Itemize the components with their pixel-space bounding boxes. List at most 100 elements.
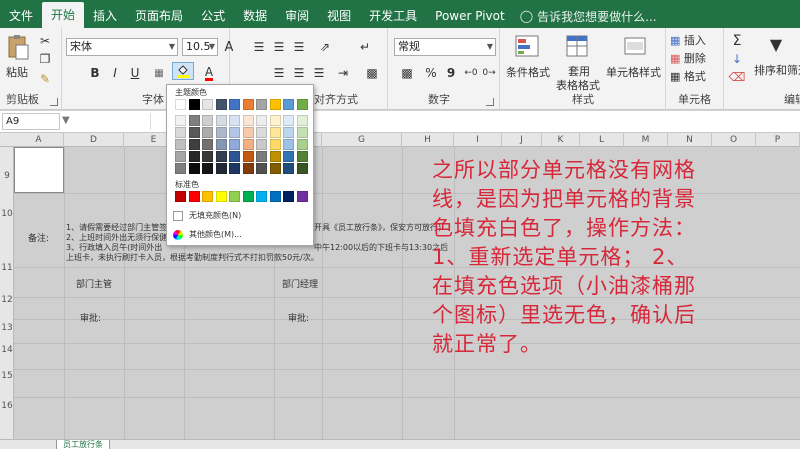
tell-me-box[interactable]: ◯ 告诉我您想要做什么... (520, 4, 657, 28)
increase-decimal-icon[interactable]: ←0 (462, 64, 480, 82)
color-swatch[interactable] (188, 115, 200, 126)
color-swatch[interactable] (215, 151, 227, 162)
column-header[interactable]: A (14, 133, 64, 147)
paste-button-label[interactable]: 粘贴 (6, 64, 28, 80)
fill-icon[interactable]: ↓ (728, 50, 746, 68)
percent-button[interactable]: % (422, 64, 440, 82)
color-swatch[interactable] (283, 139, 294, 150)
indent-icon[interactable]: ⇥ (334, 64, 352, 82)
orientation-icon[interactable]: ⇗ (316, 38, 334, 56)
color-swatch[interactable] (229, 99, 240, 110)
color-swatch[interactable] (256, 115, 267, 126)
color-swatch[interactable] (229, 115, 240, 126)
column-header[interactable]: J (502, 133, 542, 147)
color-swatch[interactable] (215, 191, 227, 202)
color-swatch[interactable] (175, 115, 186, 126)
color-swatch[interactable] (242, 139, 254, 150)
row-header[interactable]: 11 (0, 263, 14, 273)
color-swatch[interactable] (242, 115, 254, 126)
row-header[interactable]: 9 (0, 171, 14, 181)
bold-button[interactable]: B (86, 64, 104, 82)
color-swatch[interactable] (229, 139, 240, 150)
color-swatch[interactable] (202, 127, 213, 138)
more-colors-menu-item[interactable]: 其他颜色(M)... (173, 228, 242, 241)
color-swatch[interactable] (296, 191, 308, 202)
color-swatch[interactable] (188, 127, 200, 138)
font-size-combo[interactable]: 10.5 ▼ (182, 38, 218, 56)
color-swatch[interactable] (242, 151, 254, 162)
color-swatch[interactable] (188, 163, 200, 174)
clear-icon[interactable]: ⌫ (728, 68, 746, 86)
tab-file[interactable]: 文件 (0, 4, 42, 28)
comma-button[interactable]: 9 (442, 64, 460, 82)
number-launcher-icon[interactable] (486, 98, 494, 106)
color-swatch[interactable] (296, 151, 308, 162)
color-swatch[interactable] (175, 99, 186, 110)
conditional-format-label[interactable]: 条件格式 (506, 64, 550, 80)
sort-filter-label[interactable]: 排序和筛选 (754, 62, 800, 78)
column-header[interactable]: P (756, 133, 800, 147)
tab-power-pivot[interactable]: Power Pivot (426, 4, 514, 28)
color-swatch[interactable] (296, 163, 308, 174)
align-left-icon[interactable]: ☰ (270, 64, 288, 82)
color-swatch[interactable] (296, 115, 308, 126)
column-header[interactable]: I (454, 133, 502, 147)
column-header[interactable]: G (322, 133, 402, 147)
sort-filter-icon[interactable]: ▼ (764, 32, 788, 56)
color-swatch[interactable] (229, 163, 240, 174)
font-name-combo[interactable]: 宋体 ▼ (66, 38, 178, 56)
color-swatch[interactable] (202, 115, 213, 126)
color-swatch[interactable] (283, 151, 294, 162)
color-swatch[interactable] (269, 115, 281, 126)
color-swatch[interactable] (215, 139, 227, 150)
color-swatch[interactable] (215, 127, 227, 138)
color-swatch[interactable] (175, 191, 186, 202)
align-bottom-icon[interactable]: ☰ (290, 38, 308, 56)
align-center-icon[interactable]: ☰ (290, 64, 308, 82)
cell-styles-label[interactable]: 单元格样式 (606, 64, 661, 80)
color-swatch[interactable] (242, 191, 254, 202)
row-header[interactable]: 13 (0, 323, 14, 333)
italic-button[interactable]: I (106, 64, 124, 82)
color-swatch[interactable] (269, 151, 281, 162)
color-swatch[interactable] (256, 191, 267, 202)
color-swatch[interactable] (256, 99, 267, 110)
row-header[interactable]: 12 (0, 295, 14, 305)
border-icon[interactable]: ▦ (150, 64, 168, 82)
merge-center-icon[interactable]: ▩ (360, 64, 384, 82)
color-swatch[interactable] (188, 99, 200, 110)
color-swatch[interactable] (229, 127, 240, 138)
row-header[interactable]: 10 (0, 209, 14, 219)
color-swatch[interactable] (296, 139, 308, 150)
selected-white-cell[interactable] (14, 147, 64, 193)
color-swatch[interactable] (215, 115, 227, 126)
align-top-icon[interactable]: ☰ (250, 38, 268, 56)
row-header[interactable]: 15 (0, 371, 14, 381)
color-swatch[interactable] (188, 151, 200, 162)
tab-view[interactable]: 视图 (318, 4, 360, 28)
color-swatch[interactable] (283, 115, 294, 126)
format-cells-button[interactable]: ▦ 格式 (670, 68, 706, 84)
color-swatch[interactable] (256, 163, 267, 174)
align-middle-icon[interactable]: ☰ (270, 38, 288, 56)
align-right-icon[interactable]: ☰ (310, 64, 328, 82)
color-swatch[interactable] (229, 191, 240, 202)
tab-developer[interactable]: 开发工具 (360, 4, 426, 28)
delete-cells-button[interactable]: ▦ 删除 (670, 50, 706, 66)
color-swatch[interactable] (256, 151, 267, 162)
color-swatch[interactable] (229, 151, 240, 162)
color-swatch[interactable] (175, 151, 186, 162)
color-swatch[interactable] (283, 99, 294, 110)
color-swatch[interactable] (283, 127, 294, 138)
column-header[interactable]: D (64, 133, 124, 147)
wrap-text-icon[interactable]: ↵ (356, 38, 374, 56)
color-swatch[interactable] (188, 191, 200, 202)
column-header[interactable]: M (624, 133, 668, 147)
color-swatch[interactable] (269, 127, 281, 138)
color-swatch[interactable] (242, 99, 254, 110)
color-swatch[interactable] (269, 99, 281, 110)
color-swatch[interactable] (256, 139, 267, 150)
font-color-button[interactable]: A (200, 64, 218, 82)
column-header[interactable]: L (580, 133, 624, 147)
column-header[interactable]: H (402, 133, 454, 147)
